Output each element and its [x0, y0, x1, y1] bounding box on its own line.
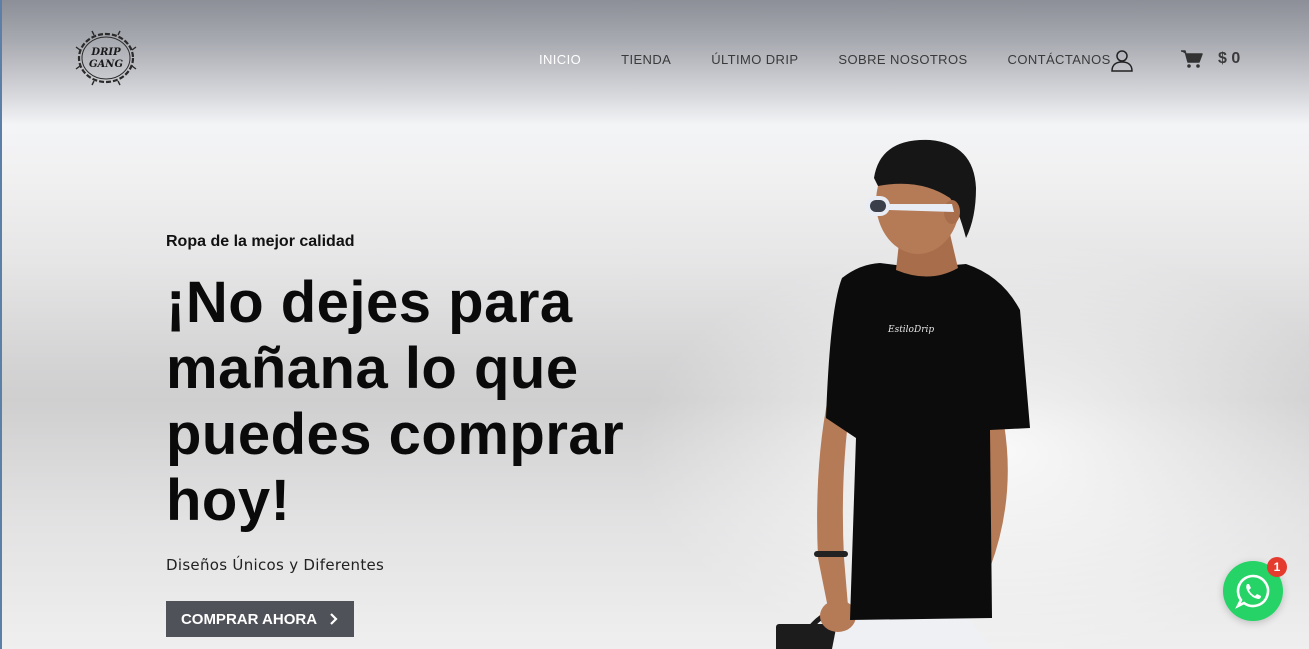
shirt-print: EstiloDrip	[887, 325, 934, 335]
cart-total[interactable]: $ 0	[1218, 50, 1240, 68]
whatsapp-icon	[1235, 574, 1270, 609]
user-icon[interactable]	[1110, 48, 1134, 72]
hero-headline: ¡No dejes para mañana lo que puedes comp…	[166, 270, 625, 533]
chevron-right-icon	[330, 613, 338, 625]
hero-subtitle: Diseños Únicos y Diferentes	[166, 556, 385, 574]
nav-item-tienda[interactable]: TIENDA	[621, 52, 671, 68]
logo-text-line1: DRIP	[90, 47, 121, 58]
nav-item-sobre-nosotros[interactable]: SOBRE NOSOTROS	[838, 52, 967, 68]
notification-badge: 1	[1267, 557, 1287, 577]
drip-gang-logo[interactable]: DRIP GANG	[74, 28, 138, 88]
nav-item-ultimo-drip[interactable]: ÚLTIMO DRIP	[711, 52, 798, 68]
main-nav: INICIO TIENDA ÚLTIMO DRIP SOBRE NOSOTROS…	[539, 52, 1151, 68]
logo-text-line2: GANG	[89, 59, 123, 70]
hero-eyebrow: Ropa de la mejor calidad	[166, 233, 355, 250]
page: DRIP GANG INICIO TIENDA ÚLTIMO DRIP SOBR…	[0, 0, 1309, 649]
window-edge	[0, 0, 2, 649]
cta-label: COMPRAR AHORA	[180, 610, 318, 628]
nav-item-contactanos[interactable]: CONTÁCTANOS	[1008, 52, 1111, 68]
hero-model-image: EstiloDrip	[776, 139, 1030, 649]
comprar-ahora-button[interactable]: COMPRAR AHORA	[166, 601, 354, 637]
cart-icon[interactable]	[1181, 49, 1203, 69]
nav-item-inicio[interactable]: INICIO	[539, 52, 581, 68]
